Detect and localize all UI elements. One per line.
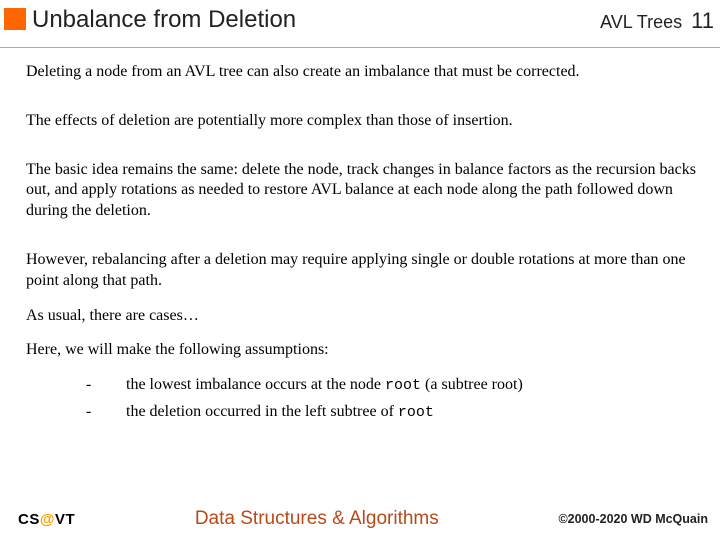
- assumption-text: the lowest imbalance occurs at the node …: [126, 375, 698, 396]
- footer-copyright: ©2000-2020 WD McQuain: [558, 512, 708, 526]
- slide-footer: CS@VT Data Structures & Algorithms ©2000…: [0, 504, 720, 534]
- text: the deletion occurred in the left subtre…: [126, 403, 398, 420]
- text: the lowest imbalance occurs at the node: [126, 376, 385, 393]
- paragraph: The effects of deletion are potentially …: [26, 111, 698, 132]
- assumption-text: the deletion occurred in the left subtre…: [126, 402, 698, 423]
- vt-text: VT: [55, 511, 75, 528]
- slide: Unbalance from Deletion AVL Trees 11 Del…: [0, 0, 720, 540]
- at-icon: @: [40, 511, 55, 528]
- cs-text: CS: [18, 511, 40, 528]
- slide-header: Unbalance from Deletion AVL Trees 11: [0, 0, 720, 48]
- header-right: AVL Trees 11: [600, 8, 714, 34]
- text: (a subtree root): [421, 376, 523, 393]
- paragraph: As usual, there are cases…: [26, 306, 698, 327]
- paragraph: Here, we will make the following assumpt…: [26, 340, 698, 361]
- slide-body: Deleting a node from an AVL tree can als…: [0, 48, 720, 423]
- page-number: 11: [691, 8, 714, 33]
- code-text: root: [385, 377, 421, 394]
- paragraph: However, rebalancing after a deletion ma…: [26, 250, 698, 292]
- footer-course-name: Data Structures & Algorithms: [195, 508, 439, 530]
- footer-left-logo: CS@VT: [18, 511, 75, 528]
- course-short: AVL Trees: [600, 12, 682, 32]
- bullet-dash: -: [86, 375, 126, 396]
- accent-square-icon: [4, 8, 26, 30]
- code-text: root: [398, 404, 434, 421]
- bullet-dash: -: [86, 402, 126, 423]
- slide-title: Unbalance from Deletion: [32, 6, 296, 34]
- paragraph: Deleting a node from an AVL tree can als…: [26, 62, 698, 83]
- assumption-item: - the deletion occurred in the left subt…: [86, 402, 698, 423]
- paragraph: The basic idea remains the same: delete …: [26, 160, 698, 222]
- assumption-item: - the lowest imbalance occurs at the nod…: [86, 375, 698, 396]
